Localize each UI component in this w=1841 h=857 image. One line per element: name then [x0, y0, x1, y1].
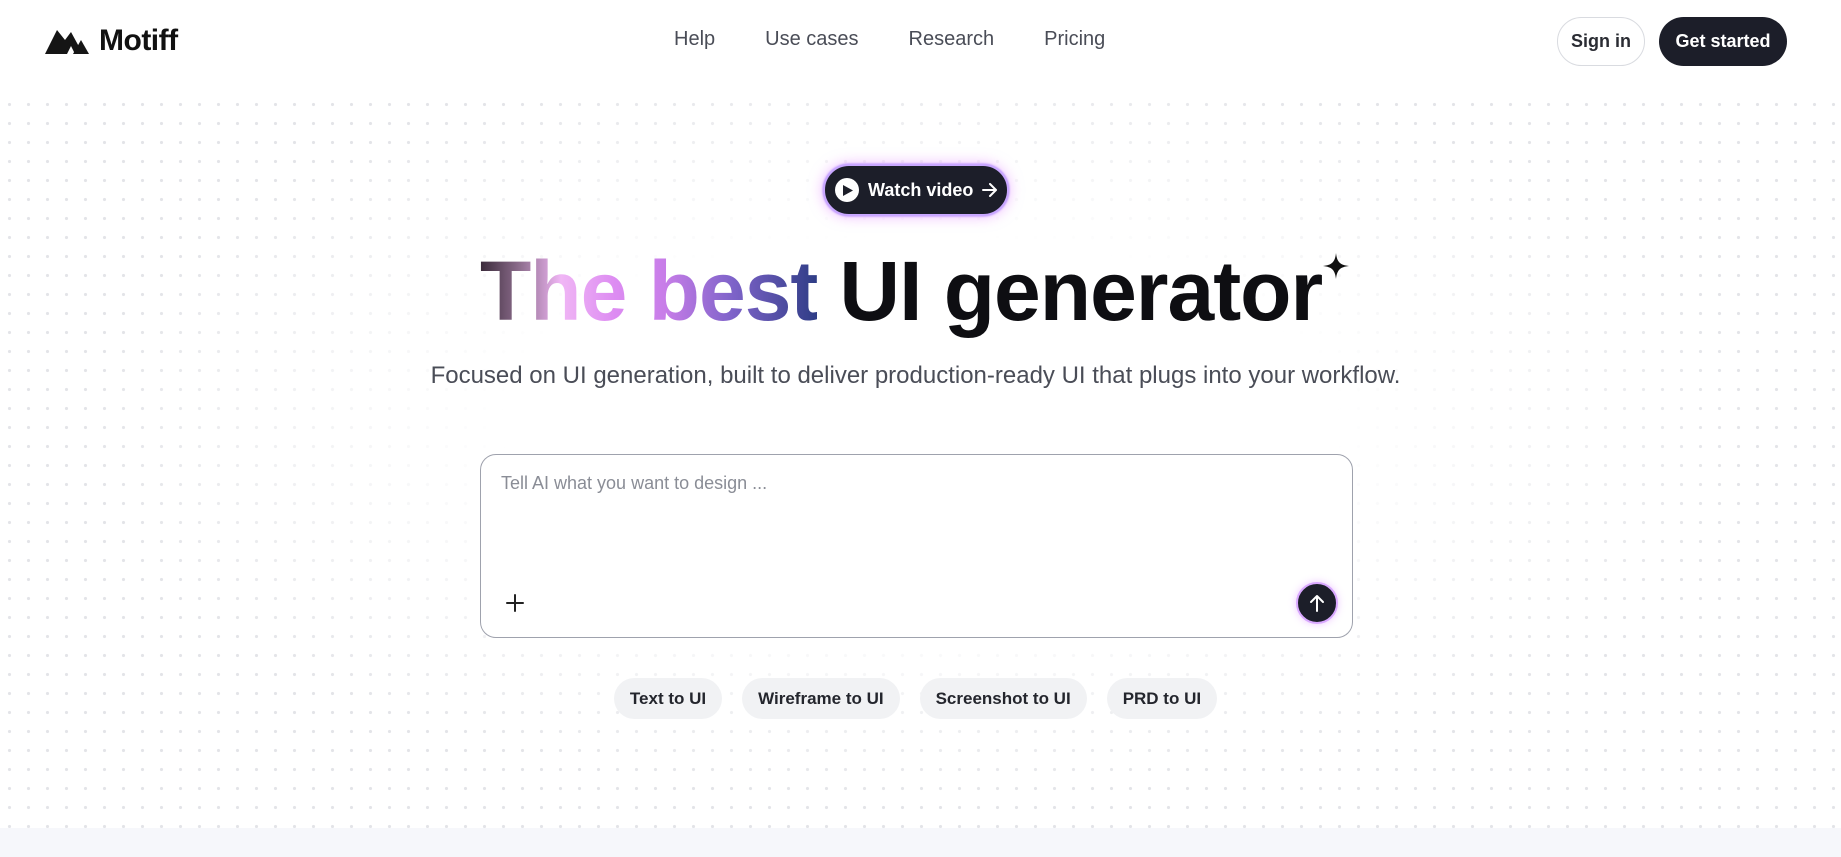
nav-use-cases[interactable]: Use cases — [765, 28, 858, 51]
arrow-up-icon — [1310, 595, 1324, 612]
chip-text-to-ui[interactable]: Text to UI — [613, 678, 723, 719]
hero-title-dark: UI generator — [839, 244, 1323, 338]
chip-prd-to-ui[interactable]: PRD to UI — [1106, 678, 1218, 719]
get-started-button[interactable]: Get started — [1659, 17, 1787, 66]
mountain-logo-icon — [45, 30, 89, 54]
watch-video-label: Watch video — [868, 179, 974, 200]
nav-research[interactable]: Research — [909, 28, 995, 51]
play-icon — [835, 178, 859, 202]
hero-subtitle: Focused on UI generation, built to deliv… — [430, 362, 1401, 389]
plus-icon[interactable] — [503, 591, 527, 615]
hero-title-gradient: The best — [480, 244, 818, 338]
watch-video-button[interactable]: Watch video — [823, 164, 1009, 216]
site-header: Motiff Help Use cases Research Pricing S… — [0, 0, 1841, 82]
arrow-right-icon — [982, 183, 998, 197]
nav-pricing[interactable]: Pricing — [1044, 28, 1105, 51]
brand-name: Motiff — [99, 24, 178, 57]
main-nav: Help Use cases Research Pricing — [674, 28, 1105, 51]
prompt-input[interactable] — [501, 473, 1321, 563]
sign-in-button[interactable]: Sign in — [1557, 17, 1645, 66]
hero-title: The best UI generator — [480, 243, 1380, 343]
send-button[interactable] — [1296, 582, 1338, 624]
nav-help[interactable]: Help — [674, 28, 715, 51]
chip-screenshot-to-ui[interactable]: Screenshot to UI — [919, 678, 1087, 719]
mode-chips: Text to UI Wireframe to UI Screenshot to… — [0, 678, 1831, 719]
brand-logo[interactable]: Motiff — [45, 24, 178, 57]
sparkle-icon — [1323, 253, 1349, 279]
chip-wireframe-to-ui[interactable]: Wireframe to UI — [742, 678, 900, 719]
next-section-edge — [0, 828, 1841, 857]
prompt-box — [480, 454, 1353, 638]
